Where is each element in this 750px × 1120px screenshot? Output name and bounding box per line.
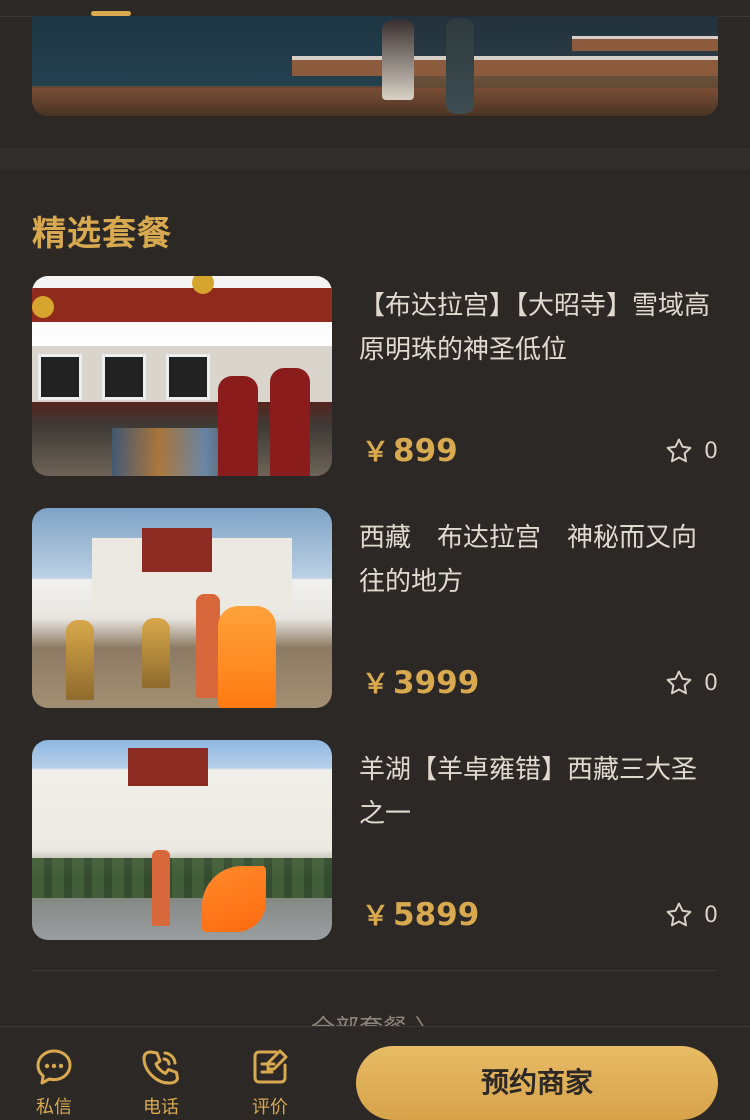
package-thumbnail[interactable] bbox=[32, 276, 332, 476]
phone-label: 电话 bbox=[143, 1097, 179, 1118]
star-icon bbox=[666, 670, 692, 695]
review-label: 评价 bbox=[252, 1097, 288, 1118]
like-count: 0 bbox=[704, 902, 718, 928]
phone-icon bbox=[142, 1050, 179, 1085]
package-price: ￥ 5899 bbox=[362, 897, 480, 933]
package-title[interactable]: 西藏 布达拉宫 神秘而又向往的地方 bbox=[359, 516, 719, 604]
package-thumbnail[interactable] bbox=[32, 740, 332, 940]
chat-bubble-icon bbox=[36, 1049, 72, 1085]
like-button[interactable]: 0 bbox=[664, 900, 718, 930]
edit-review-icon bbox=[253, 1049, 288, 1084]
review-action[interactable]: 评价 bbox=[238, 1047, 302, 1119]
package-card[interactable]: 羊湖【羊卓雍错】西藏三大圣之一 ￥ 5899 0 bbox=[32, 740, 718, 940]
message-label: 私信 bbox=[36, 1097, 72, 1118]
like-count: 0 bbox=[704, 670, 718, 696]
star-icon bbox=[666, 438, 692, 463]
package-price: ￥ 899 bbox=[362, 433, 458, 469]
package-title[interactable]: 【布达拉宫】【大昭寺】雪域高原明珠的神圣低位 bbox=[359, 284, 719, 372]
phone-action[interactable]: 电话 bbox=[129, 1047, 193, 1119]
package-card[interactable]: 西藏 布达拉宫 神秘而又向往的地方 ￥ 3999 0 bbox=[32, 508, 718, 708]
section-divider bbox=[0, 148, 750, 170]
star-icon bbox=[666, 902, 692, 927]
like-button[interactable]: 0 bbox=[664, 436, 718, 466]
package-title[interactable]: 羊湖【羊卓雍错】西藏三大圣之一 bbox=[359, 748, 719, 836]
like-button[interactable]: 0 bbox=[664, 668, 718, 698]
package-price: ￥ 3999 bbox=[362, 665, 480, 701]
message-action[interactable]: 私信 bbox=[22, 1047, 86, 1119]
book-merchant-button[interactable]: 预约商家 bbox=[356, 1046, 718, 1120]
like-count: 0 bbox=[704, 438, 718, 464]
section-title: 精选套餐 bbox=[32, 214, 172, 254]
package-thumbnail[interactable] bbox=[32, 508, 332, 708]
bottom-action-bar: 私信 电话 评价 预约商家 bbox=[0, 1026, 750, 1120]
list-divider bbox=[32, 970, 718, 971]
package-card[interactable]: 【布达拉宫】【大昭寺】雪域高原明珠的神圣低位 ￥ 899 0 bbox=[32, 276, 718, 476]
top-tab-strip bbox=[0, 0, 750, 17]
banner-image[interactable] bbox=[32, 16, 718, 116]
